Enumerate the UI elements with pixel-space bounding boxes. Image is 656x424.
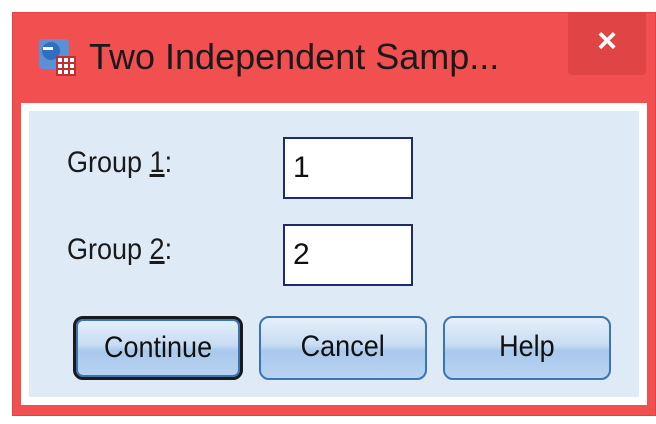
group1-label-mnemonic: 1 bbox=[149, 146, 165, 179]
close-button[interactable]: × bbox=[568, 13, 646, 75]
continue-button[interactable]: Continue bbox=[73, 316, 243, 380]
group2-input[interactable]: 2 bbox=[283, 224, 413, 286]
cancel-button-label: Cancel bbox=[300, 330, 386, 363]
app-icon bbox=[39, 39, 76, 76]
group2-label-colon: : bbox=[164, 233, 173, 266]
group1-label: Group 1: bbox=[67, 146, 172, 180]
group1-label-text: Group bbox=[67, 146, 150, 179]
group1-input[interactable]: 1 bbox=[283, 137, 413, 199]
help-button[interactable]: Help bbox=[443, 316, 611, 380]
group2-label-mnemonic: 2 bbox=[149, 233, 165, 266]
dialog-window: Two Independent Samp... × Group 1: 1 Gro… bbox=[12, 12, 656, 416]
help-button-label: Help bbox=[499, 330, 555, 363]
close-icon: × bbox=[597, 22, 617, 60]
window-title: Two Independent Samp... bbox=[89, 36, 500, 77]
group1-label-colon: : bbox=[164, 146, 173, 179]
continue-button-label: Continue bbox=[103, 331, 213, 364]
dialog-content: Group 1: 1 Group 2: 2 Continue Cancel He… bbox=[21, 103, 647, 405]
cancel-button[interactable]: Cancel bbox=[259, 316, 427, 380]
dialog-panel: Group 1: 1 Group 2: 2 Continue Cancel He… bbox=[29, 111, 639, 397]
title-bar[interactable]: Two Independent Samp... × bbox=[13, 13, 655, 97]
group2-label: Group 2: bbox=[67, 233, 172, 267]
group2-label-text: Group bbox=[67, 233, 150, 266]
